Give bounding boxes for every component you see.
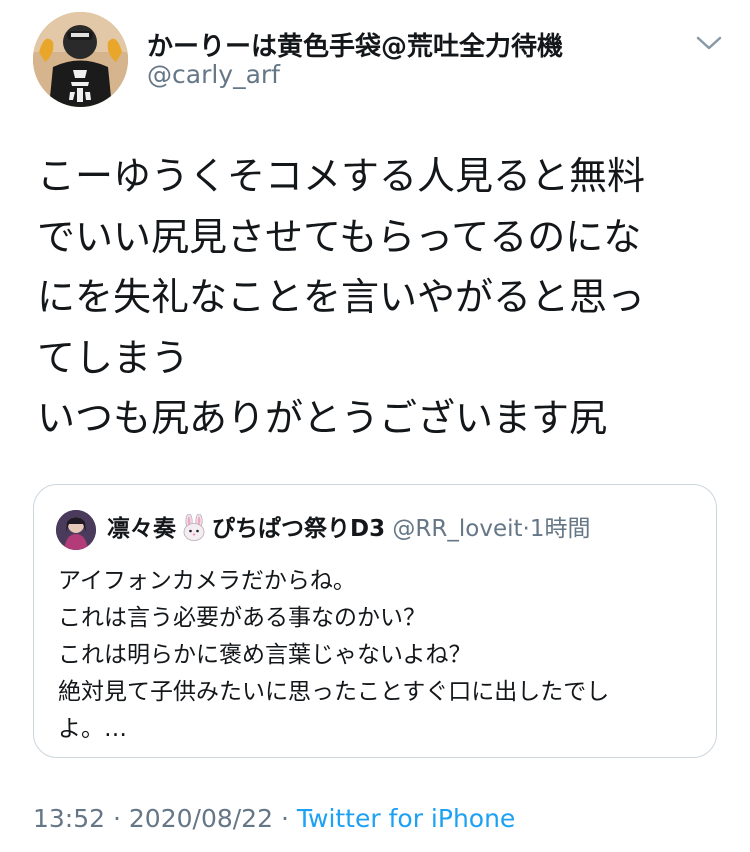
author-avatar[interactable] <box>33 12 128 107</box>
tweet-date[interactable]: 2020/08/22 <box>129 804 273 833</box>
quoted-author-name: 凛々奏 <box>107 516 176 542</box>
quoted-text-line: よ。… <box>58 716 127 742</box>
quoted-avatar-photo <box>56 510 96 550</box>
quoted-tweet-header: 凛々奏 ぴちぱつ祭りD3 @RR_loveit·1時間 <box>107 512 590 552</box>
tweet-time[interactable]: 13:52 <box>33 804 105 833</box>
tweet-text-line: てしまう <box>37 335 190 380</box>
tweet-metadata: 13:52 · 2020/08/22 · Twitter for iPhone <box>33 804 515 833</box>
quoted-text-line: 絶対見て子供みたいに思ったことすぐ口に出したでし <box>58 679 610 705</box>
tweet-text-line: いつも尻ありがとうございます尻 <box>37 396 608 440</box>
quoted-text-line: アイフォンカメラだからね。 <box>58 568 356 594</box>
tweet-text: こーゆうくそコメする人見ると無料 でいい尻見させてもらってるのにな にを失礼なこ… <box>37 146 727 449</box>
chevron-down-icon[interactable] <box>694 32 724 54</box>
quoted-text-line: これは明らかに褒め言葉じゃないよね？ <box>58 642 472 668</box>
separator-dot: · <box>113 804 121 833</box>
user-avatar-photo <box>33 12 128 107</box>
tweet-text-line: こーゆうくそコメする人見ると無料 <box>37 154 646 198</box>
tweet-text-line: でいい尻見させてもらってるのにな <box>37 214 642 259</box>
author-handle[interactable]: @carly_arf <box>147 60 280 89</box>
quoted-text-line: これは言う必要がある事なのかい？ <box>58 605 426 631</box>
separator-dot: · <box>522 516 530 542</box>
quoted-tweet-time: 1時間 <box>529 516 591 542</box>
quoted-author-name-suffix: ぴちぱつ祭りD3 <box>212 516 386 542</box>
quoted-author-avatar <box>56 510 96 550</box>
rabbit-face-icon <box>180 513 208 552</box>
separator-dot: · <box>280 804 289 833</box>
quoted-author-handle: @RR_loveit <box>392 516 523 542</box>
tweet-source-link[interactable]: Twitter for iPhone <box>297 804 515 833</box>
tweet-text-line: にを失礼なことを言いやがると思っ <box>37 275 646 319</box>
author-display-name[interactable]: かーりーは黄色手袋@荒吐全力待機 <box>147 26 563 63</box>
quoted-tweet-text: アイフォンカメラだからね。 これは言う必要がある事なのかい？ これは明らかに褒め… <box>58 563 698 748</box>
quoted-tweet-card[interactable]: 凛々奏 ぴちぱつ祭りD3 @RR_loveit·1時間 アイフォンカメラだからね… <box>33 484 717 758</box>
